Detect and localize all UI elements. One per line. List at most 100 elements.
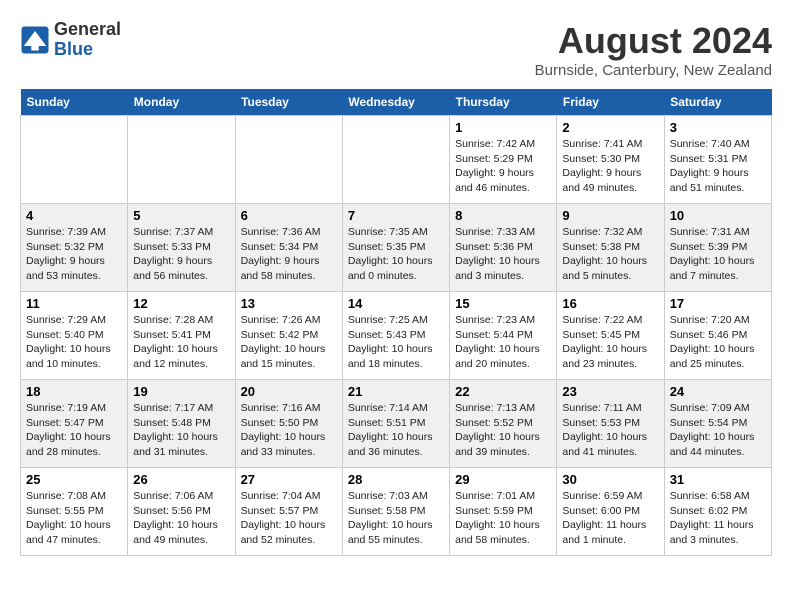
calendar-cell: 15 Sunrise: 7:23 AM Sunset: 5:44 PM Dayli… — [450, 292, 557, 380]
month-title: August 2024 — [535, 20, 772, 62]
day-info: Sunrise: 7:32 AM Sunset: 5:38 PM Dayligh… — [562, 225, 658, 284]
day-number: 13 — [241, 296, 337, 311]
calendar-cell: 30 Sunrise: 6:59 AM Sunset: 6:00 PM Dayli… — [557, 468, 664, 556]
day-info: Sunrise: 7:31 AM Sunset: 5:39 PM Dayligh… — [670, 225, 766, 284]
calendar-cell — [128, 116, 235, 204]
weekday-saturday: Saturday — [664, 89, 771, 116]
day-number: 16 — [562, 296, 658, 311]
day-info: Sunrise: 7:22 AM Sunset: 5:45 PM Dayligh… — [562, 313, 658, 372]
day-info: Sunrise: 7:13 AM Sunset: 5:52 PM Dayligh… — [455, 401, 551, 460]
day-number: 24 — [670, 384, 766, 399]
calendar-cell: 24 Sunrise: 7:09 AM Sunset: 5:54 PM Dayli… — [664, 380, 771, 468]
weekday-tuesday: Tuesday — [235, 89, 342, 116]
day-number: 19 — [133, 384, 229, 399]
calendar-cell: 19 Sunrise: 7:17 AM Sunset: 5:48 PM Dayli… — [128, 380, 235, 468]
day-number: 7 — [348, 208, 444, 223]
day-info: Sunrise: 6:58 AM Sunset: 6:02 PM Dayligh… — [670, 489, 766, 548]
day-number: 26 — [133, 472, 229, 487]
calendar-cell: 5Sunrise: 7:37 AM Sunset: 5:33 PM Daylig… — [128, 204, 235, 292]
calendar-cell: 21Sunrise: 7:14 AM Sunset: 5:51 PM Dayli… — [342, 380, 449, 468]
calendar-body: 1Sunrise: 7:42 AM Sunset: 5:29 PM Daylig… — [21, 116, 772, 556]
calendar-cell: 26 Sunrise: 7:06 AM Sunset: 5:56 PM Dayli… — [128, 468, 235, 556]
day-info: Sunrise: 7:03 AM Sunset: 5:58 PM Dayligh… — [348, 489, 444, 548]
weekday-thursday: Thursday — [450, 89, 557, 116]
day-info: Sunrise: 6:59 AM Sunset: 6:00 PM Dayligh… — [562, 489, 658, 548]
calendar-week-3: 11 Sunrise: 7:29 AM Sunset: 5:40 PM Dayli… — [21, 292, 772, 380]
day-number: 2 — [562, 120, 658, 135]
logo-general: General — [54, 20, 121, 40]
calendar-cell: 7 Sunrise: 7:35 AM Sunset: 5:35 PM Daylig… — [342, 204, 449, 292]
day-number: 18 — [26, 384, 122, 399]
day-info: Sunrise: 7:09 AM Sunset: 5:54 PM Dayligh… — [670, 401, 766, 460]
calendar-cell: 16 Sunrise: 7:22 AM Sunset: 5:45 PM Dayli… — [557, 292, 664, 380]
calendar-cell — [235, 116, 342, 204]
day-number: 3 — [670, 120, 766, 135]
calendar-week-2: 4Sunrise: 7:39 AM Sunset: 5:32 PM Daylig… — [21, 204, 772, 292]
day-info: Sunrise: 7:04 AM Sunset: 5:57 PM Dayligh… — [241, 489, 337, 548]
day-info: Sunrise: 7:41 AM Sunset: 5:30 PM Dayligh… — [562, 137, 658, 196]
calendar-cell: 29 Sunrise: 7:01 AM Sunset: 5:59 PM Dayli… — [450, 468, 557, 556]
weekday-sunday: Sunday — [21, 89, 128, 116]
title-area: August 2024 Burnside, Canterbury, New Ze… — [535, 20, 772, 79]
day-number: 23 — [562, 384, 658, 399]
calendar-cell — [342, 116, 449, 204]
day-info: Sunrise: 7:33 AM Sunset: 5:36 PM Dayligh… — [455, 225, 551, 284]
day-number: 29 — [455, 472, 551, 487]
day-number: 9 — [562, 208, 658, 223]
day-info: Sunrise: 7:40 AM Sunset: 5:31 PM Dayligh… — [670, 137, 766, 196]
day-number: 4 — [26, 208, 122, 223]
day-info: Sunrise: 7:17 AM Sunset: 5:48 PM Dayligh… — [133, 401, 229, 460]
calendar-cell: 9 Sunrise: 7:32 AM Sunset: 5:38 PM Daylig… — [557, 204, 664, 292]
day-number: 1 — [455, 120, 551, 135]
calendar-cell: 2 Sunrise: 7:41 AM Sunset: 5:30 PM Daylig… — [557, 116, 664, 204]
logo-blue: Blue — [54, 40, 121, 60]
day-number: 30 — [562, 472, 658, 487]
day-number: 8 — [455, 208, 551, 223]
day-info: Sunrise: 7:16 AM Sunset: 5:50 PM Dayligh… — [241, 401, 337, 460]
calendar-cell: 27 Sunrise: 7:04 AM Sunset: 5:57 PM Dayli… — [235, 468, 342, 556]
calendar-cell: 28 Sunrise: 7:03 AM Sunset: 5:58 PM Dayli… — [342, 468, 449, 556]
day-number: 14 — [348, 296, 444, 311]
calendar-week-4: 18Sunrise: 7:19 AM Sunset: 5:47 PM Dayli… — [21, 380, 772, 468]
header: General Blue August 2024 Burnside, Cante… — [20, 20, 772, 79]
weekday-friday: Friday — [557, 89, 664, 116]
day-number: 25 — [26, 472, 122, 487]
day-number: 12 — [133, 296, 229, 311]
calendar-week-5: 25Sunrise: 7:08 AM Sunset: 5:55 PM Dayli… — [21, 468, 772, 556]
calendar-cell: 14Sunrise: 7:25 AM Sunset: 5:43 PM Dayli… — [342, 292, 449, 380]
day-number: 17 — [670, 296, 766, 311]
day-number: 6 — [241, 208, 337, 223]
calendar-cell: 25Sunrise: 7:08 AM Sunset: 5:55 PM Dayli… — [21, 468, 128, 556]
calendar-cell: 20Sunrise: 7:16 AM Sunset: 5:50 PM Dayli… — [235, 380, 342, 468]
calendar-cell: 13 Sunrise: 7:26 AM Sunset: 5:42 PM Dayli… — [235, 292, 342, 380]
location: Burnside, Canterbury, New Zealand — [535, 62, 772, 79]
calendar-cell: 31Sunrise: 6:58 AM Sunset: 6:02 PM Dayli… — [664, 468, 771, 556]
day-info: Sunrise: 7:36 AM Sunset: 5:34 PM Dayligh… — [241, 225, 337, 284]
day-number: 27 — [241, 472, 337, 487]
logo: General Blue — [20, 20, 121, 60]
calendar-cell: 10 Sunrise: 7:31 AM Sunset: 5:39 PM Dayli… — [664, 204, 771, 292]
calendar-header: SundayMondayTuesdayWednesdayThursdayFrid… — [21, 89, 772, 116]
calendar-cell: 4Sunrise: 7:39 AM Sunset: 5:32 PM Daylig… — [21, 204, 128, 292]
day-number: 15 — [455, 296, 551, 311]
calendar-cell: 12 Sunrise: 7:28 AM Sunset: 5:41 PM Dayli… — [128, 292, 235, 380]
day-info: Sunrise: 7:28 AM Sunset: 5:41 PM Dayligh… — [133, 313, 229, 372]
day-info: Sunrise: 7:14 AM Sunset: 5:51 PM Dayligh… — [348, 401, 444, 460]
day-info: Sunrise: 7:26 AM Sunset: 5:42 PM Dayligh… — [241, 313, 337, 372]
day-info: Sunrise: 7:29 AM Sunset: 5:40 PM Dayligh… — [26, 313, 122, 372]
day-number: 10 — [670, 208, 766, 223]
day-number: 28 — [348, 472, 444, 487]
day-info: Sunrise: 7:23 AM Sunset: 5:44 PM Dayligh… — [455, 313, 551, 372]
calendar-cell: 1Sunrise: 7:42 AM Sunset: 5:29 PM Daylig… — [450, 116, 557, 204]
day-number: 11 — [26, 296, 122, 311]
day-info: Sunrise: 7:35 AM Sunset: 5:35 PM Dayligh… — [348, 225, 444, 284]
calendar-cell — [21, 116, 128, 204]
day-number: 22 — [455, 384, 551, 399]
day-info: Sunrise: 7:37 AM Sunset: 5:33 PM Dayligh… — [133, 225, 229, 284]
day-info: Sunrise: 7:06 AM Sunset: 5:56 PM Dayligh… — [133, 489, 229, 548]
day-info: Sunrise: 7:01 AM Sunset: 5:59 PM Dayligh… — [455, 489, 551, 548]
calendar-cell: 23Sunrise: 7:11 AM Sunset: 5:53 PM Dayli… — [557, 380, 664, 468]
weekday-wednesday: Wednesday — [342, 89, 449, 116]
logo-text: General Blue — [54, 20, 121, 60]
day-info: Sunrise: 7:20 AM Sunset: 5:46 PM Dayligh… — [670, 313, 766, 372]
